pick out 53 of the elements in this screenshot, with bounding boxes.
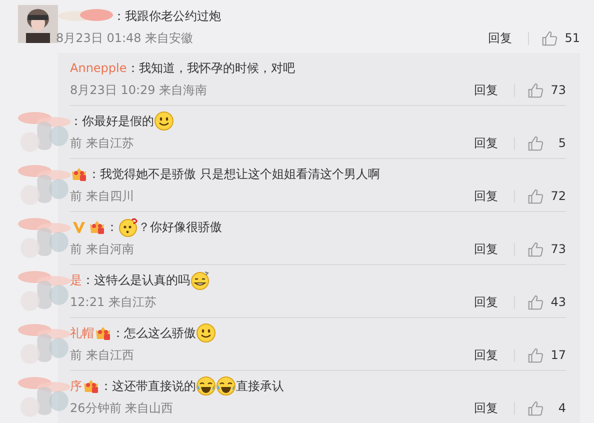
like-count: 73 [550,83,566,97]
comment-meta: 8月23日 01:48 来自安徽 [56,30,194,46]
reply-link[interactable]: 回复 [488,30,512,46]
reply-meta: 前 来自江苏 [70,134,134,152]
reply-meta: 前 来自河南 [70,240,134,258]
like-count: 51 [564,31,580,45]
reply-link[interactable]: 回复 [474,188,498,204]
reply-link[interactable]: 回复 [474,82,498,98]
crown-badge-icon [83,379,99,393]
smiley-emoji-icon [196,323,216,343]
thumbs-up-icon[interactable] [527,188,544,204]
reply-link[interactable]: 回复 [474,400,498,416]
thumbs-up-icon[interactable] [527,346,544,364]
reply-text: ：你最好是假的 [70,112,154,130]
like-count: 17 [550,348,566,362]
thumbs-up-icon[interactable] [527,400,544,416]
reply-text: ？你好像很骄傲 [138,218,222,236]
reply-text: ：我知道，我怀孕的时候，对吧 [126,60,295,76]
smiley-emoji-icon [154,111,174,131]
reply-link[interactable]: 回复 [474,134,498,152]
verified-v-icon [71,220,87,234]
thumbs-up-icon[interactable] [541,30,558,46]
reply-link[interactable]: 回复 [474,346,498,364]
reply-meta: 前 来自江西 [70,346,134,364]
like-count: 5 [557,136,566,150]
reply-text: ：怎么这么骄傲 [112,324,196,342]
laughing-tears-emoji-icon [196,376,216,396]
like-count: 73 [550,242,566,256]
reply-meta: 26分钟前 来自山西 [70,400,174,416]
thumbs-up-icon[interactable] [527,134,544,152]
reply-meta: 前 来自四川 [70,188,134,204]
crown-badge-icon [95,326,111,340]
like-count: 72 [550,189,566,203]
reply-text: ：这特么是认真的吗 [82,272,190,288]
comment-text: ：我跟你老公约过炮 [113,8,221,24]
like-count: 4 [557,401,566,415]
puzzled-emoji-icon [118,217,138,237]
like-count: 43 [550,295,566,309]
reply-link[interactable]: 回复 [474,240,498,258]
reply-meta: 12:21 来自江苏 [70,294,156,310]
reply-text: 直接承认 [236,378,284,394]
thumbs-up-icon[interactable] [527,240,544,258]
laughing-tears-emoji-icon [216,376,236,396]
reply-link[interactable]: 回复 [474,294,498,310]
reply-text: ：我觉得她不是骄傲 只是想让这个姐姐看清这个男人啊 [88,166,380,182]
reply-text: ：这还带直接说的 [100,378,196,394]
thumbs-up-icon[interactable] [527,294,544,310]
crown-badge-icon [89,220,105,234]
reply-text: ： [106,218,118,236]
grin-emoji-icon [190,270,210,290]
crown-badge-icon [71,167,87,181]
reply-meta: 8月23日 10:29 来自海南 [70,82,208,98]
thumbs-up-icon[interactable] [527,82,544,98]
